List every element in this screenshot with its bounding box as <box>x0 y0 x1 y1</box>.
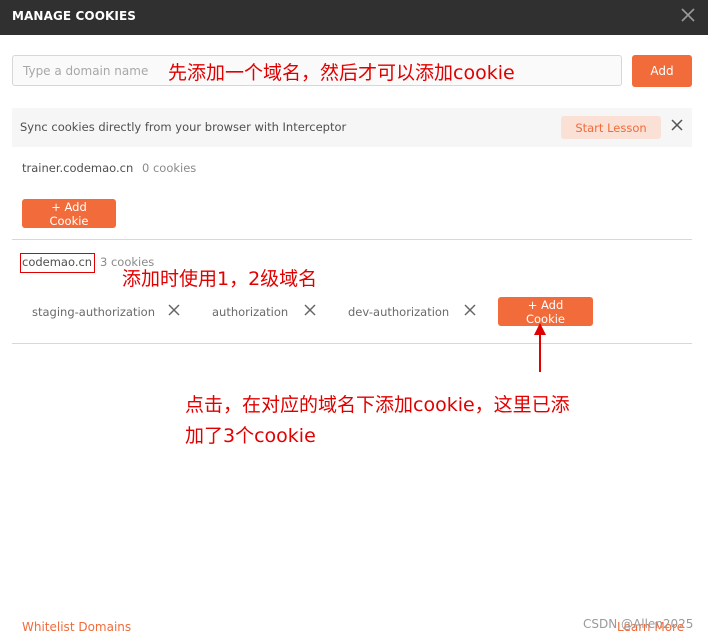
annotation-arrow-icon <box>534 323 546 372</box>
watermark: CSDN @Allen2025 <box>583 617 694 631</box>
close-icon[interactable] <box>678 5 698 25</box>
remove-cookie-icon[interactable] <box>303 303 317 317</box>
annotation-text: 先添加一个域名，然后才可以添加cookie <box>168 62 515 84</box>
remove-cookie-icon[interactable] <box>463 303 477 317</box>
window-title: MANAGE COOKIES <box>12 9 136 23</box>
interceptor-banner: Sync cookies directly from your browser … <box>12 108 692 147</box>
annotation-text: 加了3个cookie <box>185 425 316 447</box>
banner-text: Sync cookies directly from your browser … <box>20 120 347 134</box>
divider <box>12 343 692 344</box>
annotation-text: 添加时使用1，2级域名 <box>122 268 318 290</box>
add-cookie-button[interactable]: + Add Cookie <box>22 199 116 228</box>
annotation-highlight-box <box>20 253 95 273</box>
banner-close-icon[interactable] <box>670 118 684 132</box>
add-domain-button[interactable]: Add <box>632 55 692 87</box>
cookie-count: 0 cookies <box>142 161 197 175</box>
domain-name: trainer.codemao.cn <box>22 161 134 175</box>
cookie-chip[interactable]: dev-authorization <box>348 305 449 319</box>
start-lesson-button[interactable]: Start Lesson <box>561 116 661 139</box>
whitelist-domains-link[interactable]: Whitelist Domains <box>22 620 131 634</box>
divider <box>12 239 692 240</box>
cookie-chip[interactable]: authorization <box>212 305 288 319</box>
title-bar: MANAGE COOKIES <box>0 0 708 35</box>
annotation-text: 点击，在对应的域名下添加cookie，这里已添 <box>185 394 570 416</box>
cookie-chip[interactable]: staging-authorization <box>32 305 155 319</box>
remove-cookie-icon[interactable] <box>167 303 181 317</box>
